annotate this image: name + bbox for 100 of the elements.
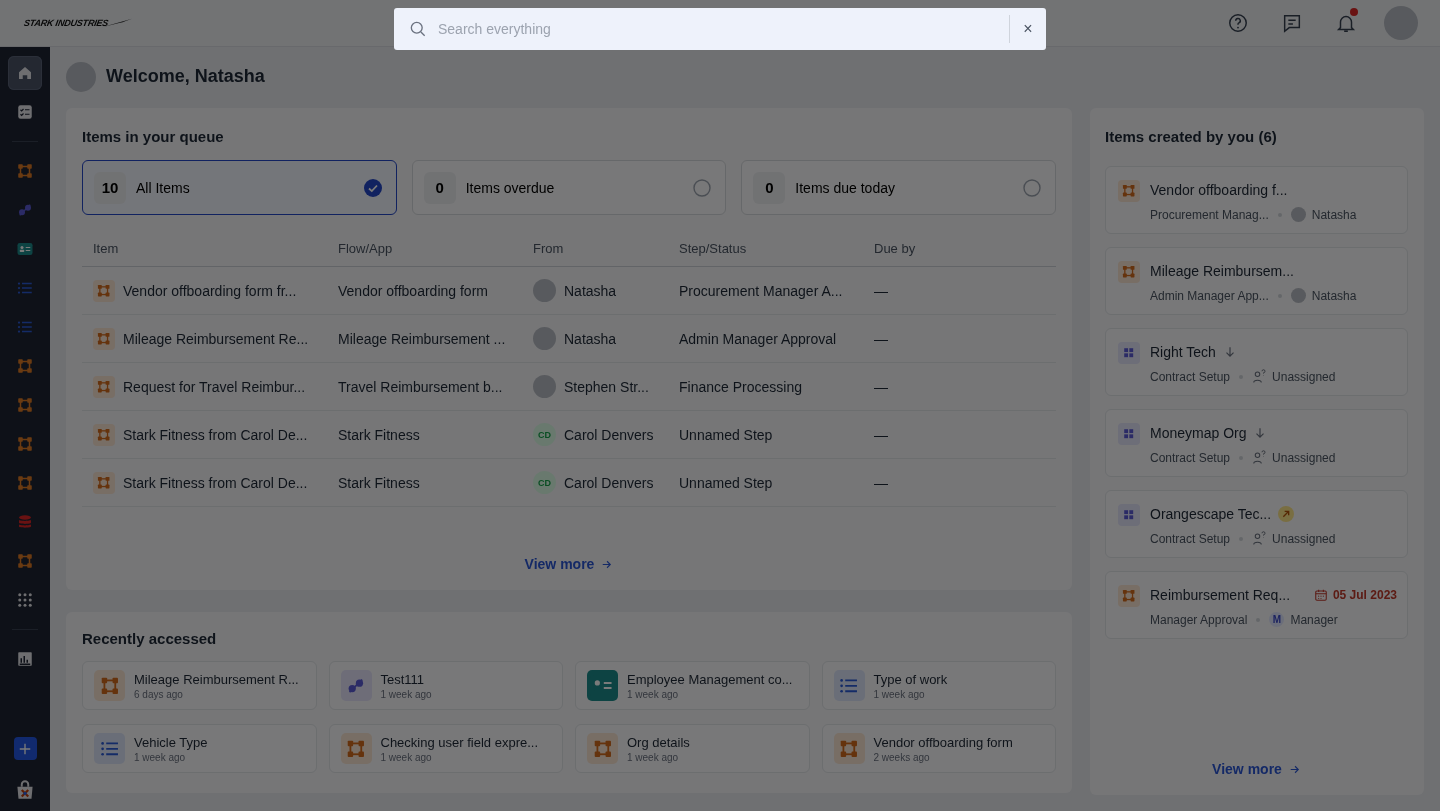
step-name: Contract Setup: [1150, 450, 1231, 465]
table-cell: Natasha: [564, 330, 617, 347]
table-cell: —: [874, 282, 888, 299]
clear-button[interactable]: ×: [1018, 20, 1038, 38]
table-cell: Stark Fitness: [338, 426, 420, 443]
nodes-icon: [340, 733, 372, 764]
item-name: Org details: [627, 734, 690, 750]
plug-icon: [340, 670, 372, 701]
recent-item-card[interactable]: Vendor offboarding form 2 weeks ago: [821, 724, 1056, 773]
recent-item-card[interactable]: Type of work 1 week ago: [821, 661, 1056, 710]
company-logo[interactable]: STARK INDUSTRIES: [23, 18, 109, 28]
created-item-card[interactable]: Right Tech Contract Setup Unassigned: [1105, 328, 1408, 396]
grid-icon: [16, 591, 34, 609]
sidebar-item[interactable]: [8, 56, 42, 90]
view-more-link[interactable]: View more: [524, 556, 614, 572]
timestamp: 1 week ago: [134, 751, 187, 763]
recent-item-card[interactable]: Vehicle Type 1 week ago: [82, 724, 317, 773]
nodes-icon: [94, 670, 125, 701]
table-cell: Travel Reimbursement b...: [338, 378, 503, 395]
list-icon: [94, 733, 125, 764]
chat-icon: [1281, 12, 1303, 34]
column-header: Step/Status: [679, 241, 748, 256]
table-cell: Stephen Str...: [564, 378, 649, 395]
user-avatar: [533, 327, 556, 350]
count-badge: 0: [423, 171, 456, 204]
nodes-icon: [16, 474, 34, 492]
table-cell: Mileage Reimbursement ...: [338, 330, 506, 347]
recent-item-card[interactable]: Employee Management co... 1 week ago: [575, 661, 810, 710]
nodes-icon: [833, 733, 865, 764]
nodes-icon: [587, 733, 618, 764]
search-field[interactable]: Search everything ×: [394, 8, 1046, 50]
table-row[interactable]: Vendor offboarding form fr... Vendor offboarding form Natasha Procurement Manager A... —: [82, 267, 1056, 315]
count-badge: 0: [753, 171, 786, 204]
table-cell: Stark Fitness from Carol De...: [123, 426, 308, 443]
created-item-card[interactable]: Vendor offboarding f... Procurement Manag... Natasha: [1105, 166, 1408, 234]
created-item-card[interactable]: Moneymap Org Contract Setup Unassigned: [1105, 409, 1408, 477]
filter-card[interactable]: 0 Items due today: [741, 160, 1056, 215]
table-cell: Stark Fitness: [338, 474, 420, 491]
user-avatar[interactable]: [1384, 6, 1418, 40]
filter-card[interactable]: 10 All Items: [82, 160, 397, 215]
plug-icon: [16, 201, 34, 219]
recent-item-card[interactable]: Checking user field expre... 1 week ago: [328, 724, 563, 773]
recent-item-card[interactable]: Mileage Reimbursement R... 6 days ago: [82, 661, 317, 710]
table-row[interactable]: Stark Fitness from Carol De... Stark Fitness CD Carol Denvers Unnamed Step —: [82, 459, 1056, 507]
filter-label: Items due today: [795, 179, 896, 196]
nodes-icon: [93, 471, 115, 494]
item-name: Vendor offboarding form: [873, 734, 1013, 750]
table-row[interactable]: Stark Fitness from Carol De... Stark Fitness CD Carol Denvers Unnamed Step —: [82, 411, 1056, 459]
nodes-icon: [93, 375, 115, 398]
grid-icon: [1118, 423, 1140, 445]
unassigned-user-icon: [1252, 369, 1267, 384]
table-cell: Unnamed Step: [679, 474, 773, 491]
unassigned-user-icon: [1252, 531, 1267, 546]
table-cell: Vendor offboarding form: [338, 282, 488, 299]
created-item-card[interactable]: Orangescape Tec... Contract Setup Unassigned: [1105, 490, 1408, 558]
filter-label: Items overdue: [465, 179, 556, 196]
assignee-name: Natasha: [1311, 288, 1357, 303]
view-more-link[interactable]: View more: [1212, 761, 1301, 777]
filter-card[interactable]: 0 Items overdue: [411, 160, 727, 215]
nodes-icon: [93, 279, 115, 302]
list-icon: [833, 670, 865, 701]
add-button[interactable]: [13, 737, 37, 760]
created-item-card[interactable]: Mileage Reimbursem... Admin Manager App... Natasha: [1105, 247, 1408, 315]
nodes-icon: [16, 162, 34, 180]
item-name: Employee Management co...: [627, 671, 793, 687]
timestamp: 1 week ago: [380, 688, 432, 700]
nodes-icon: [1118, 585, 1140, 607]
timestamp: 6 days ago: [134, 688, 184, 700]
count-badge: 10: [94, 171, 126, 204]
id-card-icon: [16, 240, 34, 258]
section-title: Recently accessed: [82, 630, 218, 647]
initials-avatar: CD: [533, 423, 556, 446]
step-name: Manager Approval: [1150, 612, 1248, 627]
house-icon: [16, 64, 34, 82]
section-title: Items created by you (6): [1105, 128, 1278, 145]
column-header: From: [533, 241, 565, 256]
item-title: Right Tech: [1150, 344, 1216, 360]
timestamp: 1 week ago: [873, 688, 926, 700]
database-icon: [16, 513, 34, 531]
recent-item-card[interactable]: Org details 1 week ago: [575, 724, 810, 773]
item-title: Mileage Reimbursem...: [1150, 263, 1294, 279]
assignee-name: Unassigned: [1272, 531, 1336, 546]
step-name: Procurement Manag...: [1150, 207, 1269, 222]
table-cell: Procurement Manager A...: [679, 282, 843, 299]
initials-avatar: CD: [533, 471, 556, 494]
radio-icon: [693, 178, 712, 197]
recent-item-card[interactable]: Test111 1 week ago: [328, 661, 563, 710]
assignee-name: Natasha: [1311, 207, 1357, 222]
unassigned-user-icon: [1252, 450, 1267, 465]
radio-icon: [1023, 178, 1041, 197]
timestamp: 1 week ago: [380, 751, 433, 763]
nodes-icon: [16, 357, 34, 375]
nodes-icon: [1118, 261, 1140, 283]
arrow-up-right-icon: [1278, 506, 1295, 522]
nodes-icon: [16, 396, 34, 414]
created-item-card[interactable]: Reimbursement Req... 05 Jul 2023 Manager Approval M Manager: [1105, 571, 1408, 639]
due-date: 05 Jul 2023: [1332, 588, 1397, 602]
table-row[interactable]: Mileage Reimbursement Re... Mileage Reimbursement ... Natasha Admin Manager Approval —: [82, 315, 1056, 363]
assignee-name: Manager: [1290, 612, 1338, 627]
table-row[interactable]: Request for Travel Reimbur... Travel Reimbursement b... Stephen Str... Finance Processing —: [82, 363, 1056, 411]
